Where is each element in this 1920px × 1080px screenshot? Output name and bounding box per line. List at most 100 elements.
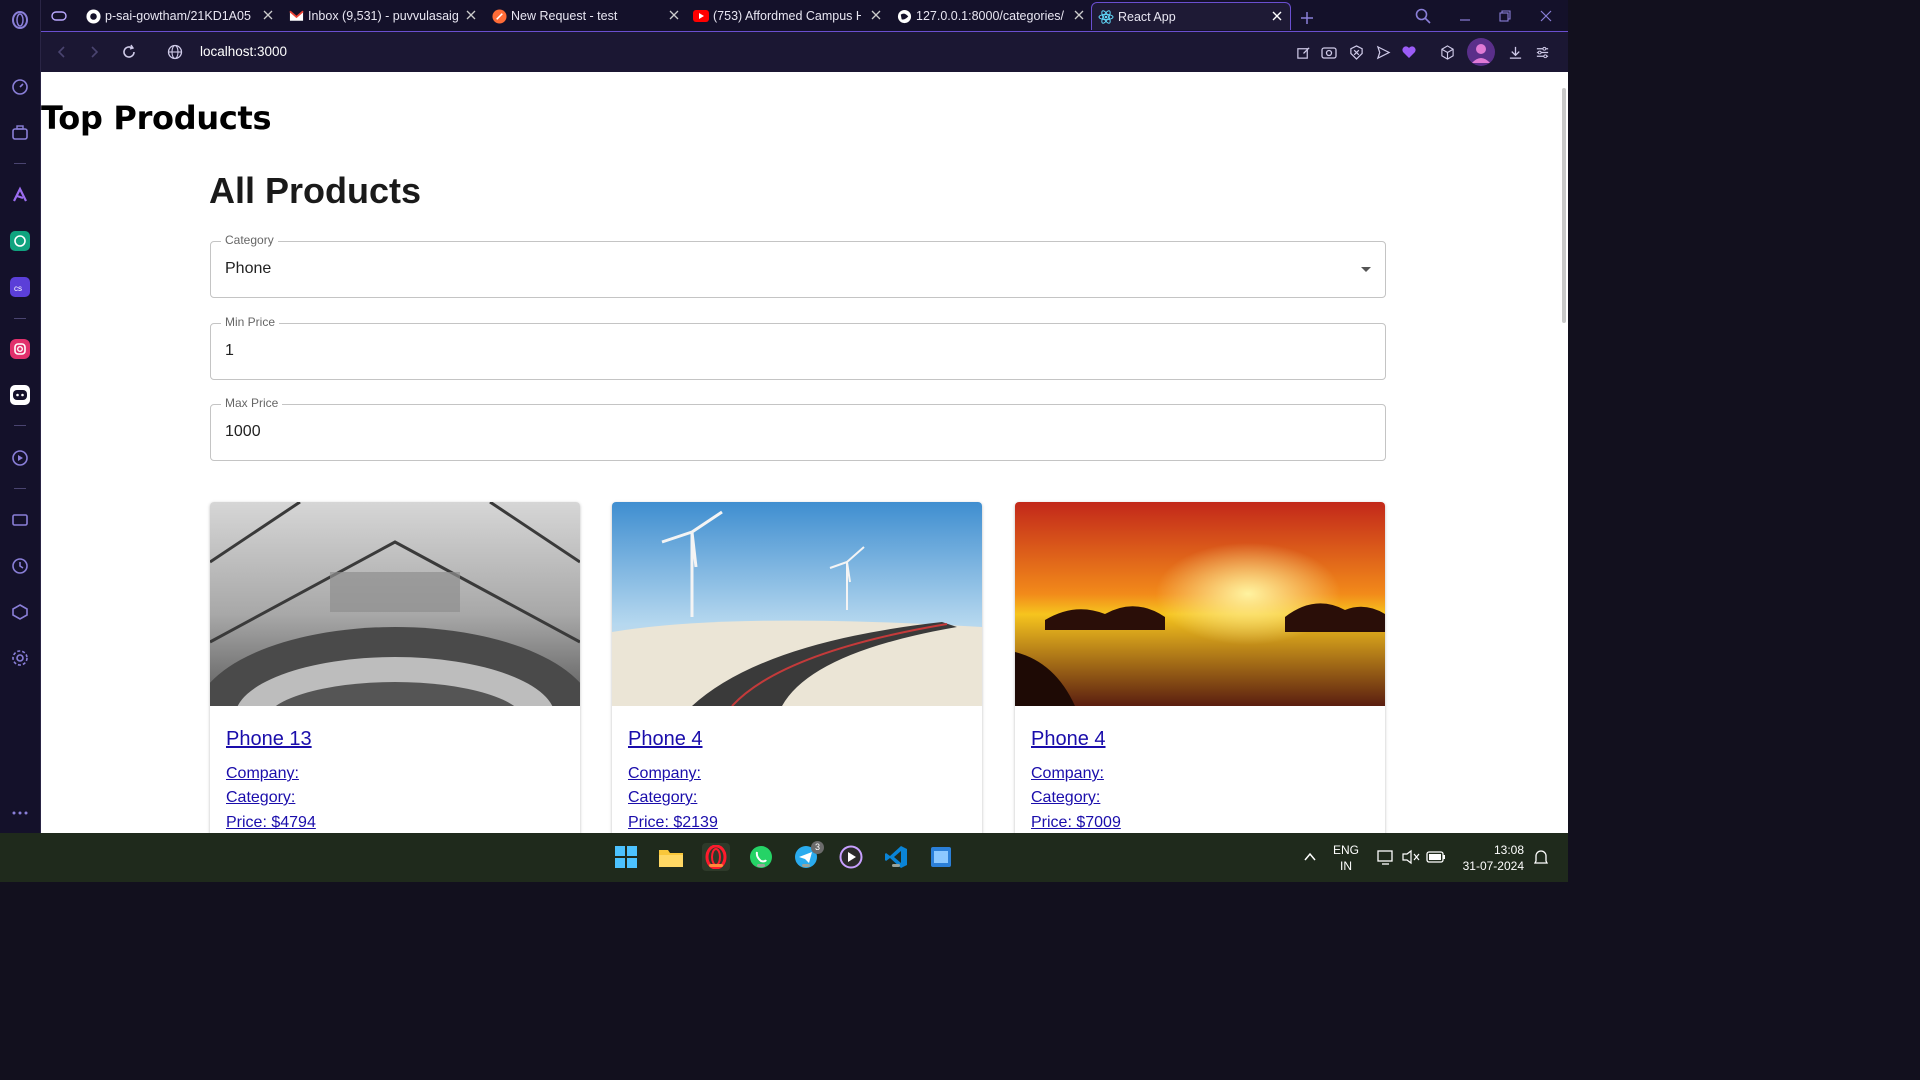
- product-category-link[interactable]: Category:: [628, 789, 697, 807]
- tab-react-app[interactable]: React App: [1091, 2, 1291, 30]
- forward-icon[interactable]: [85, 43, 103, 61]
- scrollbar-thumb[interactable]: [1562, 88, 1566, 323]
- plus-icon: [1299, 10, 1315, 26]
- player-icon[interactable]: [9, 447, 31, 469]
- new-tab-button[interactable]: [1299, 4, 1319, 32]
- url-input[interactable]: localhost:3000: [200, 44, 287, 59]
- close-window-button[interactable]: [1538, 2, 1558, 30]
- chatsonic-icon[interactable]: cs: [9, 276, 31, 298]
- input-language[interactable]: ENG IN: [1333, 842, 1359, 874]
- product-image-sunset-sea: [1015, 502, 1385, 706]
- product-name-link[interactable]: Phone 13: [226, 728, 312, 751]
- site-info-icon[interactable]: [166, 43, 184, 61]
- tabs-icon[interactable]: [9, 509, 31, 531]
- telegram-badge: 3: [811, 841, 824, 854]
- github-icon: [85, 8, 101, 24]
- battery-icon[interactable]: [1422, 843, 1450, 871]
- profile-avatar[interactable]: [1466, 37, 1496, 67]
- page-scrollbar[interactable]: [1558, 72, 1568, 833]
- instagram-icon[interactable]: [9, 338, 31, 360]
- telegram-icon[interactable]: 3: [792, 841, 824, 871]
- product-card: Phone 13 Company: Category: Price: $4794: [210, 502, 580, 833]
- discord-icon[interactable]: [9, 384, 31, 406]
- media-player-icon[interactable]: [837, 843, 865, 871]
- page-viewport: Top Products All Products Category Phone…: [41, 72, 1568, 833]
- product-company-link[interactable]: Company:: [226, 765, 299, 783]
- product-price-link[interactable]: Price: $2139: [628, 814, 718, 832]
- opera-taskbar-icon[interactable]: [702, 843, 730, 871]
- product-image-city-view: [210, 502, 580, 706]
- send-icon[interactable]: [1374, 43, 1392, 61]
- browser-sidebar: cs: [0, 0, 41, 833]
- tab-gmail[interactable]: Inbox (9,531) - puvvulasaig: [288, 2, 484, 30]
- product-name-link[interactable]: Phone 4: [628, 728, 703, 751]
- minimize-button[interactable]: [1457, 2, 1477, 30]
- close-icon[interactable]: [869, 8, 883, 22]
- close-icon[interactable]: [464, 8, 478, 22]
- chevron-up-icon[interactable]: [1296, 843, 1324, 871]
- extensions-cube-icon[interactable]: [1438, 43, 1456, 61]
- reload-icon[interactable]: [120, 43, 138, 61]
- min-price-field[interactable]: Min Price 1: [210, 315, 1386, 380]
- close-icon[interactable]: [1072, 8, 1086, 22]
- tab-islands-icon[interactable]: [51, 2, 79, 30]
- file-explorer-icon[interactable]: [657, 843, 685, 871]
- adblock-icon[interactable]: [1347, 43, 1365, 61]
- category-value: Phone: [225, 260, 272, 277]
- opera-menu-icon[interactable]: [9, 9, 31, 31]
- product-price-link[interactable]: Price: $4794: [226, 814, 316, 832]
- tab-youtube[interactable]: (753) Affordmed Campus H: [693, 2, 889, 30]
- camera-icon[interactable]: [1320, 43, 1338, 61]
- chatgpt-icon[interactable]: [9, 230, 31, 252]
- close-icon: [1538, 8, 1554, 24]
- extensions-icon[interactable]: [9, 601, 31, 623]
- windows-app-icon[interactable]: [927, 843, 955, 871]
- back-icon[interactable]: [53, 43, 71, 61]
- workspace-icon[interactable]: [9, 122, 31, 144]
- system-clock[interactable]: 13:08 31-07-2024: [1460, 842, 1524, 874]
- category-label: Category: [221, 233, 278, 247]
- restore-button[interactable]: [1497, 2, 1517, 30]
- windows-start-icon[interactable]: [612, 843, 640, 871]
- settings-icon[interactable]: [9, 647, 31, 669]
- aria-icon[interactable]: [9, 184, 31, 206]
- download-icon[interactable]: [1506, 43, 1524, 61]
- product-price-link[interactable]: Price: $7009: [1031, 814, 1121, 832]
- product-name-link[interactable]: Phone 4: [1031, 728, 1106, 751]
- history-icon[interactable]: [9, 555, 31, 577]
- dropdown-arrow-icon[interactable]: [1361, 267, 1371, 272]
- product-category-link[interactable]: Category:: [1031, 789, 1100, 807]
- category-select[interactable]: Category Phone: [210, 233, 1386, 298]
- react-icon: [1098, 9, 1114, 25]
- product-company-link[interactable]: Company:: [1031, 765, 1104, 783]
- notifications-icon[interactable]: [1527, 843, 1555, 871]
- snapshot-edit-icon[interactable]: [1294, 43, 1312, 61]
- easy-setup-icon[interactable]: [1533, 43, 1551, 61]
- product-category-link[interactable]: Category:: [226, 789, 295, 807]
- volume-muted-icon[interactable]: [1397, 843, 1425, 871]
- max-price-field[interactable]: Max Price 1000: [210, 396, 1386, 461]
- close-icon[interactable]: [261, 8, 275, 22]
- restore-icon: [1497, 8, 1513, 24]
- network-icon[interactable]: [1372, 843, 1400, 871]
- tab-github[interactable]: p-sai-gowtham/21KD1A05: [85, 2, 281, 30]
- address-bar: localhost:3000: [41, 31, 1568, 72]
- speed-dial-icon[interactable]: [9, 76, 31, 98]
- tab-strip: p-sai-gowtham/21KD1A05 Inbox (9,531) - p…: [41, 0, 1568, 31]
- language-code: ENG: [1333, 843, 1360, 857]
- tab-postman[interactable]: New Request - test: [491, 2, 687, 30]
- tab-search-button[interactable]: [1415, 2, 1435, 30]
- more-icon[interactable]: [9, 802, 31, 824]
- vscode-icon[interactable]: [882, 843, 910, 871]
- clock-date: 31-07-2024: [1462, 859, 1524, 873]
- close-icon[interactable]: [667, 8, 681, 22]
- tab-localhost-categories[interactable]: 127.0.0.1:8000/categories/: [896, 2, 1092, 30]
- gmail-icon: [288, 8, 304, 24]
- product-company-link[interactable]: Company:: [628, 765, 701, 783]
- clock-time: 13:08: [1493, 843, 1524, 857]
- heart-icon[interactable]: [1400, 43, 1418, 61]
- close-icon[interactable]: [1270, 9, 1284, 23]
- tab-title: React App: [1118, 9, 1176, 24]
- whatsapp-icon[interactable]: [747, 843, 775, 871]
- gamepad-icon: [51, 8, 67, 24]
